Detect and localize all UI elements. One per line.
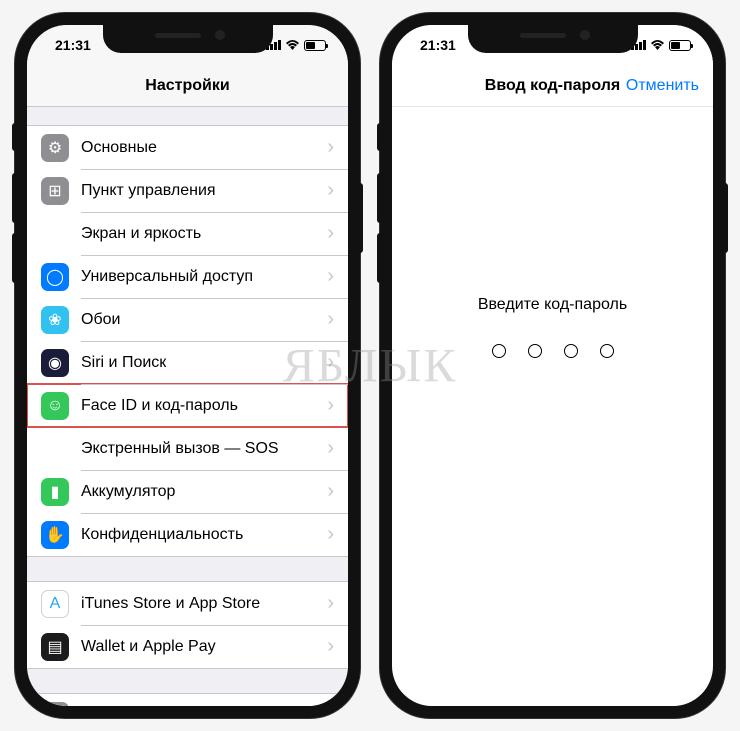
iphone-frame-right: 21:31 Ввод код-пароля Отменить Введите к…	[380, 13, 725, 718]
row-wallpaper[interactable]: ❀ Обои ›	[27, 298, 348, 341]
chevron-icon: ›	[327, 179, 334, 202]
row-display-brightness[interactable]: AA Экран и яркость ›	[27, 212, 348, 255]
chevron-icon: ›	[327, 394, 334, 417]
status-indicators	[631, 37, 691, 53]
row-label: iTunes Store и App Store	[81, 595, 327, 613]
aa-icon: AA	[41, 220, 69, 248]
row-passwords-accounts[interactable]: 🔑 Пароли и учетные записи ›	[27, 694, 348, 706]
chevron-icon: ›	[327, 523, 334, 546]
appstore-icon: A	[41, 590, 69, 618]
notch	[103, 25, 273, 53]
chevron-icon: ›	[327, 437, 334, 460]
row-battery[interactable]: ▮ Аккумулятор ›	[27, 470, 348, 513]
row-control-center[interactable]: ⊞ Пункт управления ›	[27, 169, 348, 212]
row-accessibility[interactable]: ◯ Универсальный доступ ›	[27, 255, 348, 298]
settings-list[interactable]: ⚙ Основные › ⊞ Пункт управления › AA Экр…	[27, 107, 348, 706]
cancel-button[interactable]: Отменить	[626, 77, 699, 95]
chevron-icon: ›	[327, 635, 334, 658]
chevron-icon: ›	[327, 592, 334, 615]
gear-icon: ⚙	[41, 134, 69, 162]
hand-icon: ✋	[41, 521, 69, 549]
status-time: 21:31	[55, 37, 91, 53]
nav-bar: Ввод код-пароля Отменить	[392, 65, 713, 107]
row-label: Пункт управления	[81, 182, 327, 200]
row-label: Экран и яркость	[81, 225, 327, 243]
iphone-frame-left: 21:31 Настройки ⚙ Основные › ⊞ Пункт упр…	[15, 13, 360, 718]
wallet-icon: ▤	[41, 633, 69, 661]
status-time: 21:31	[420, 37, 456, 53]
chevron-icon: ›	[327, 222, 334, 245]
row-label: Конфиденциальность	[81, 526, 327, 544]
row-itunes-app-store[interactable]: A iTunes Store и App Store ›	[27, 582, 348, 625]
row-label: Wallet и Apple Pay	[81, 638, 327, 656]
row-label: Обои	[81, 311, 327, 329]
settings-group-2: A iTunes Store и App Store › ▤ Wallet и …	[27, 581, 348, 669]
passcode-dot	[528, 344, 542, 358]
row-emergency-sos[interactable]: SOS Экстренный вызов — SOS ›	[27, 427, 348, 470]
chevron-icon: ›	[327, 308, 334, 331]
row-privacy[interactable]: ✋ Конфиденциальность ›	[27, 513, 348, 556]
chevron-icon: ›	[327, 480, 334, 503]
passcode-dot	[564, 344, 578, 358]
page-title: Настройки	[145, 77, 229, 95]
screen-settings: 21:31 Настройки ⚙ Основные › ⊞ Пункт упр…	[27, 25, 348, 706]
battery-icon	[304, 40, 326, 51]
row-face-id-passcode[interactable]: ☺ Face ID и код-пароль ›	[27, 384, 348, 427]
passcode-dot	[492, 344, 506, 358]
row-label: Универсальный доступ	[81, 268, 327, 286]
sos-icon: SOS	[41, 435, 69, 463]
battery-icon	[669, 40, 691, 51]
row-siri-search[interactable]: ◉ Siri и Поиск ›	[27, 341, 348, 384]
chevron-icon: ›	[327, 265, 334, 288]
nav-bar: Настройки	[27, 65, 348, 107]
passcode-content: Введите код-пароль	[392, 107, 713, 706]
settings-group-1: ⚙ Основные › ⊞ Пункт управления › AA Экр…	[27, 125, 348, 557]
passcode-dot	[600, 344, 614, 358]
chevron-icon: ›	[327, 351, 334, 374]
row-label: Экстренный вызов — SOS	[81, 440, 327, 458]
switches-icon: ⊞	[41, 177, 69, 205]
passcode-prompt: Введите код-пароль	[478, 296, 627, 314]
face-id-icon: ☺	[41, 392, 69, 420]
chevron-icon: ›	[327, 704, 334, 706]
flower-icon: ❀	[41, 306, 69, 334]
wifi-icon	[285, 37, 300, 53]
accessibility-icon: ◯	[41, 263, 69, 291]
key-icon: 🔑	[41, 702, 69, 707]
status-indicators	[266, 37, 326, 53]
siri-icon: ◉	[41, 349, 69, 377]
settings-group-3: 🔑 Пароли и учетные записи › ✉ Почта › ☷ …	[27, 693, 348, 706]
row-label: Siri и Поиск	[81, 354, 327, 372]
row-wallet-apple-pay[interactable]: ▤ Wallet и Apple Pay ›	[27, 625, 348, 668]
row-label: Face ID и код-пароль	[81, 397, 327, 415]
row-general[interactable]: ⚙ Основные ›	[27, 126, 348, 169]
notch	[468, 25, 638, 53]
chevron-icon: ›	[327, 136, 334, 159]
row-label: Аккумулятор	[81, 483, 327, 501]
page-title: Ввод код-пароля	[485, 77, 620, 95]
wifi-icon	[650, 37, 665, 53]
screen-passcode: 21:31 Ввод код-пароля Отменить Введите к…	[392, 25, 713, 706]
row-label: Основные	[81, 139, 327, 157]
passcode-dots	[492, 344, 614, 358]
battery-icon: ▮	[41, 478, 69, 506]
